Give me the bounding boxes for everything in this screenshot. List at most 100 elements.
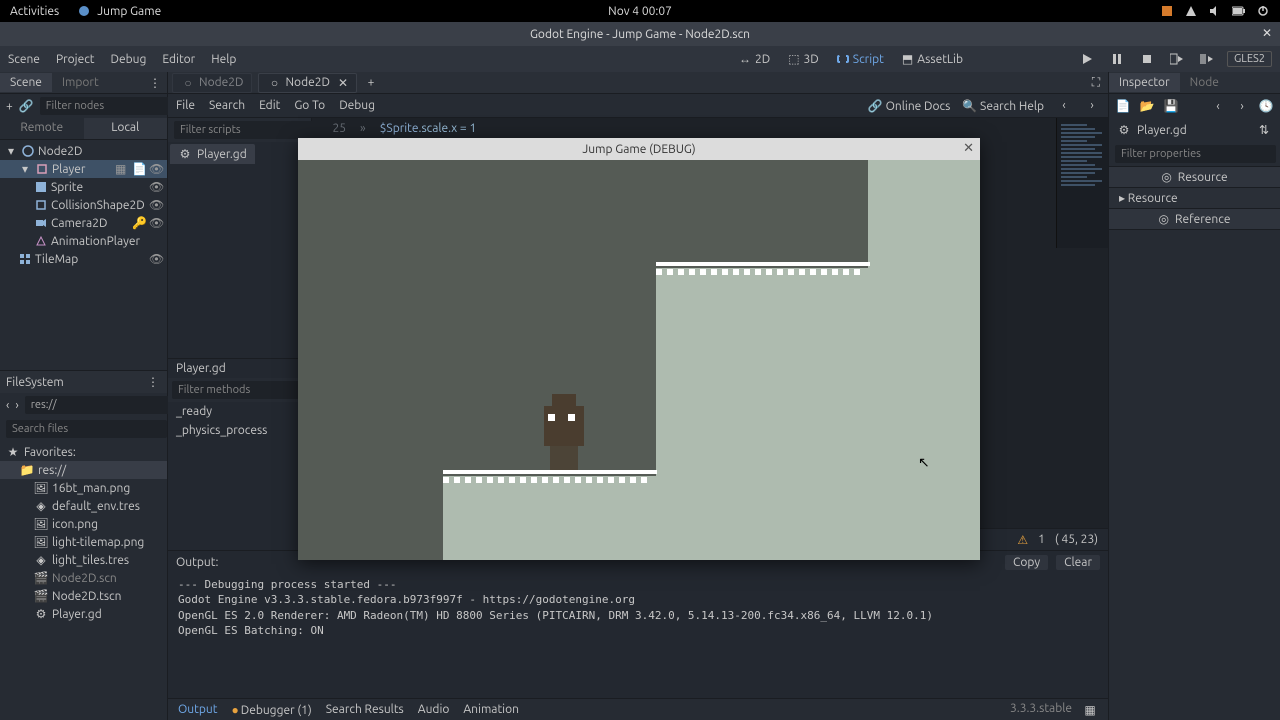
save-resource-icon[interactable]: 💾 bbox=[1163, 98, 1179, 114]
tray-battery-icon[interactable] bbox=[1232, 4, 1246, 18]
filter-scripts-input[interactable] bbox=[174, 121, 335, 139]
tab-scene[interactable]: Scene bbox=[0, 73, 52, 92]
window-titlebar[interactable]: Godot Engine - Jump Game - Node2D.scn ✕ bbox=[0, 22, 1280, 46]
mode-2d[interactable]: ↔ 2D bbox=[735, 50, 774, 68]
method-item[interactable]: _physics_process bbox=[168, 421, 311, 440]
history-back-icon[interactable]: ‹ bbox=[1210, 98, 1226, 114]
new-resource-icon[interactable]: 📄 bbox=[1115, 98, 1131, 114]
fs-root-folder[interactable]: 📁res:// bbox=[0, 461, 167, 479]
copy-button[interactable]: Copy bbox=[1005, 555, 1048, 570]
load-resource-icon[interactable]: 📂 bbox=[1139, 98, 1155, 114]
pause-button[interactable] bbox=[1107, 50, 1127, 68]
script-icon[interactable]: 📄 bbox=[132, 162, 146, 176]
visibility-icon[interactable]: 👁 bbox=[149, 198, 163, 212]
tray-network-icon[interactable] bbox=[1184, 4, 1198, 18]
history-fwd-icon[interactable]: › bbox=[1234, 98, 1250, 114]
menu-debug[interactable]: Debug bbox=[111, 53, 147, 66]
tree-node-collision[interactable]: CollisionShape2D 👁 bbox=[0, 196, 167, 214]
script-nav-fwd-icon[interactable]: › bbox=[1084, 98, 1100, 114]
close-tab-icon[interactable]: ✕ bbox=[338, 76, 348, 90]
clear-button[interactable]: Clear bbox=[1056, 555, 1100, 570]
renderer-selector[interactable]: GLES2 bbox=[1227, 51, 1272, 67]
scene-tab-2[interactable]: ○Node2D✕ bbox=[258, 73, 357, 93]
script-menu-goto[interactable]: Go To bbox=[294, 99, 325, 112]
visibility-icon[interactable]: 👁 bbox=[149, 162, 163, 176]
subtab-remote[interactable]: Remote bbox=[0, 118, 84, 139]
bottom-tab-animation[interactable]: Animation bbox=[463, 703, 519, 716]
script-nav-back-icon[interactable]: ‹ bbox=[1056, 98, 1072, 114]
extra-options-icon[interactable]: ⇅ bbox=[1256, 122, 1272, 138]
fs-search-input[interactable] bbox=[6, 420, 167, 438]
window-close-icon[interactable]: ✕ bbox=[1262, 26, 1272, 40]
open-script-tab[interactable]: ⚙ Player.gd bbox=[170, 144, 255, 164]
script-menu-edit[interactable]: Edit bbox=[259, 99, 280, 112]
subtab-local[interactable]: Local bbox=[84, 118, 168, 139]
fs-path-input[interactable] bbox=[25, 396, 186, 414]
add-tab-icon[interactable]: + bbox=[363, 75, 379, 91]
instance-scene-icon[interactable]: 🔗 bbox=[19, 98, 34, 114]
mode-3d[interactable]: ⬚ 3D bbox=[784, 50, 823, 68]
visibility-icon[interactable]: 👁 bbox=[149, 252, 163, 266]
method-item[interactable]: _ready bbox=[168, 402, 311, 421]
play-button[interactable] bbox=[1077, 50, 1097, 68]
mode-script[interactable]: Script bbox=[833, 51, 888, 68]
key-icon[interactable]: 🔑 bbox=[132, 216, 146, 230]
tree-node-tilemap[interactable]: TileMap 👁 bbox=[0, 250, 167, 268]
tree-node-player[interactable]: ▾ Player ▦ 📄 👁 bbox=[0, 160, 167, 178]
tree-node-anim[interactable]: AnimationPlayer bbox=[0, 232, 167, 250]
script-menu-search[interactable]: Search bbox=[209, 99, 245, 112]
script-menu-file[interactable]: File bbox=[176, 99, 195, 112]
code-minimap[interactable] bbox=[1056, 118, 1108, 248]
filter-properties-input[interactable] bbox=[1115, 145, 1276, 163]
tree-node-root[interactable]: ▾ Node2D bbox=[0, 142, 167, 160]
bottom-tab-audio[interactable]: Audio bbox=[418, 703, 450, 716]
menu-editor[interactable]: Editor bbox=[162, 53, 195, 66]
fs-file[interactable]: 🖼icon.png bbox=[0, 515, 167, 533]
visibility-icon[interactable]: 👁 bbox=[149, 180, 163, 194]
bottom-tab-search[interactable]: Search Results bbox=[326, 703, 404, 716]
tray-power-icon[interactable] bbox=[1256, 4, 1270, 18]
tab-import[interactable]: Import bbox=[52, 73, 109, 92]
play-custom-button[interactable] bbox=[1197, 50, 1217, 68]
tree-node-sprite[interactable]: Sprite 👁 bbox=[0, 178, 167, 196]
visibility-icon[interactable]: 👁 bbox=[149, 216, 163, 230]
online-docs-link[interactable]: 🔗 Online Docs bbox=[868, 99, 950, 113]
fs-file[interactable]: 🎬Node2D.scn bbox=[0, 569, 167, 587]
game-debug-window[interactable]: Jump Game (DEBUG) ✕ bbox=[298, 138, 980, 560]
inspector-row-resource[interactable]: ▸ Resource bbox=[1109, 188, 1280, 208]
tab-inspector[interactable]: Inspector bbox=[1109, 73, 1180, 92]
fs-file[interactable]: ⚙Player.gd bbox=[0, 605, 167, 623]
fs-file[interactable]: ◈default_env.tres bbox=[0, 497, 167, 515]
collapse-icon[interactable]: ▾ bbox=[4, 144, 18, 158]
distraction-free-icon[interactable]: ⛶ bbox=[1088, 75, 1104, 91]
fs-file[interactable]: 🖼16bt_man.png bbox=[0, 479, 167, 497]
fs-file[interactable]: 🖼light-tilemap.png bbox=[0, 533, 167, 551]
stop-button[interactable] bbox=[1137, 50, 1157, 68]
layout-icon[interactable]: ▦ bbox=[1082, 702, 1098, 718]
tray-notify-icon[interactable] bbox=[1160, 4, 1174, 18]
app-indicator[interactable]: Jump Game bbox=[77, 4, 161, 18]
inspected-object[interactable]: Player.gd bbox=[1137, 124, 1250, 137]
game-window-titlebar[interactable]: Jump Game (DEBUG) ✕ bbox=[298, 138, 980, 160]
clock[interactable]: Nov 4 00:07 bbox=[608, 5, 672, 18]
add-node-icon[interactable]: + bbox=[6, 98, 13, 114]
script-menu-debug[interactable]: Debug bbox=[339, 99, 375, 112]
collapse-icon[interactable]: ▾ bbox=[18, 162, 32, 176]
fs-file[interactable]: ◈light_tiles.tres bbox=[0, 551, 167, 569]
fs-fwd-icon[interactable]: › bbox=[15, 397, 18, 413]
bottom-tab-debugger[interactable]: ●Debugger (1) bbox=[231, 703, 311, 717]
bottom-tab-output[interactable]: Output bbox=[178, 703, 217, 716]
tab-node[interactable]: Node bbox=[1180, 73, 1229, 92]
game-close-icon[interactable]: ✕ bbox=[963, 141, 974, 156]
menu-scene[interactable]: Scene bbox=[8, 53, 40, 66]
fs-file[interactable]: 🎬Node2D.tscn bbox=[0, 587, 167, 605]
inspector-section-resource[interactable]: ◎ Resource bbox=[1109, 166, 1280, 188]
activities-button[interactable]: Activities bbox=[10, 5, 59, 18]
groups-icon[interactable]: ▦ bbox=[115, 162, 129, 176]
search-help-link[interactable]: 🔍 Search Help bbox=[962, 99, 1044, 113]
fs-favorites[interactable]: ★Favorites: bbox=[0, 443, 167, 461]
menu-help[interactable]: Help bbox=[211, 53, 236, 66]
dock-options-icon[interactable]: ⋮ bbox=[145, 374, 161, 390]
inspector-section-reference[interactable]: ◎ Reference bbox=[1109, 208, 1280, 230]
output-log[interactable]: --- Debugging process started --- Godot … bbox=[168, 573, 1108, 698]
